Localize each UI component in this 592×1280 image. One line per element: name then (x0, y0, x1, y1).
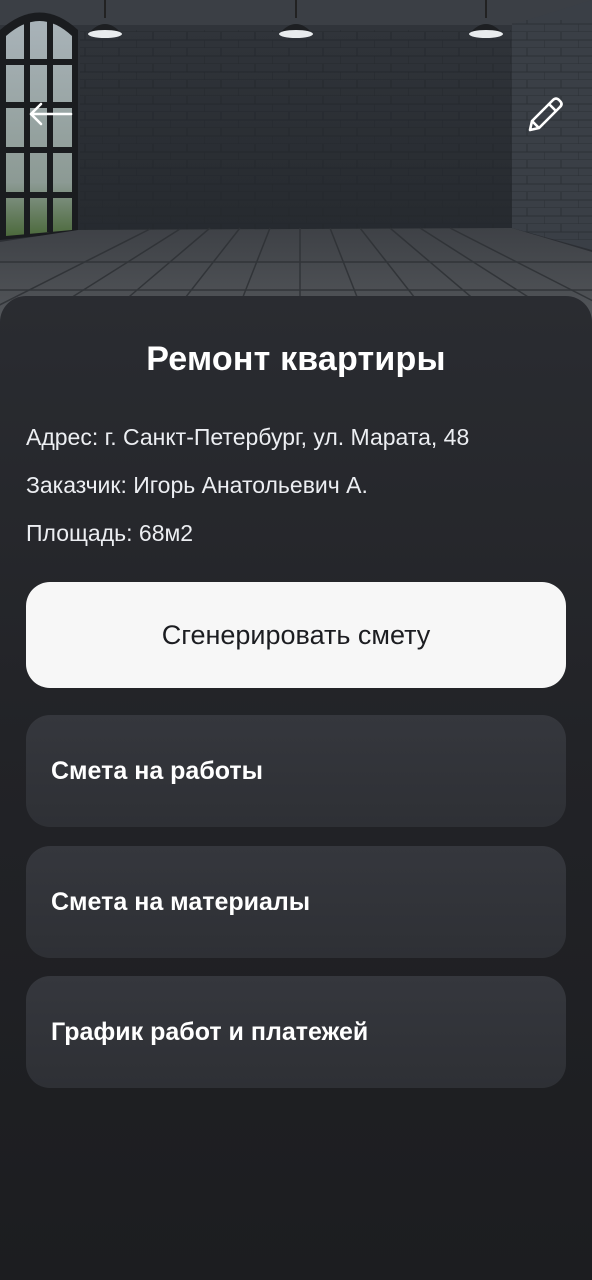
back-button[interactable] (22, 92, 78, 136)
materials-estimate-label: Смета на материалы (51, 887, 311, 916)
arrow-left-icon (29, 102, 73, 126)
project-client: Заказчик: Игорь Анатольевич А. (26, 472, 368, 498)
works-estimate-button[interactable]: Смета на работы (26, 715, 566, 827)
project-address: Адрес: г. Санкт-Петербург, ул. Марата, 4… (26, 424, 470, 450)
project-screen: Ремонт квартиры Адрес: г. Санкт-Петербур… (0, 0, 592, 1280)
works-estimate-label: Смета на работы (51, 756, 264, 785)
edit-button[interactable] (516, 88, 574, 142)
schedule-payments-button[interactable]: График работ и платежей (26, 976, 566, 1088)
schedule-payments-label: График работ и платежей (51, 1017, 369, 1046)
project-area: Площадь: 68м2 (26, 520, 194, 546)
generate-estimate-button[interactable]: Сгенерировать смету (26, 582, 566, 688)
project-cover-image (0, 0, 592, 330)
project-title: Ремонт квартиры (146, 340, 446, 378)
pencil-icon (528, 97, 563, 132)
materials-estimate-button[interactable]: Смета на материалы (26, 846, 566, 958)
